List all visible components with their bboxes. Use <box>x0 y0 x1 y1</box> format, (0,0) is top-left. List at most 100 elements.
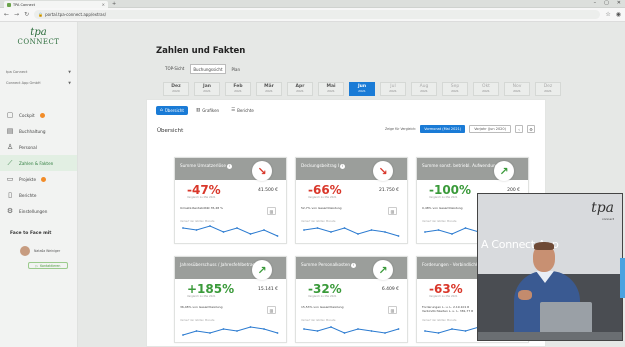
compare-prev-year-button[interactable]: Vorjahr (Jun 2020) <box>469 125 511 133</box>
kpi-card-note: 52,7% von Gesamtleistung <box>301 206 342 210</box>
gear-icon: ⚙ <box>6 207 14 215</box>
sidebar-item-2[interactable]: ♙ Personal <box>0 139 77 155</box>
new-tab-button[interactable]: + <box>112 1 116 7</box>
chart-icon[interactable]: ▥ <box>267 306 276 314</box>
sparkline <box>303 227 400 237</box>
tab-uebersicht[interactable]: ⌂ Übersicht <box>156 106 188 115</box>
chart-line-icon: ⟋ <box>7 158 13 167</box>
arrow-up-right-icon: ↗ <box>252 260 272 280</box>
info-icon[interactable]: i <box>351 263 357 268</box>
month-button[interactable]: Sep 2021 <box>442 82 468 96</box>
compare-prev-month-button[interactable]: Vormonat (Mai 2021) <box>420 125 466 133</box>
sidebar-item-1[interactable]: ▤ Buchhaltung <box>0 123 77 139</box>
kpi-card-amount: 6.409 € <box>381 287 399 292</box>
tab-close-icon[interactable]: × <box>102 2 105 7</box>
tab-buchungssicht[interactable]: Buchungssicht <box>190 64 226 74</box>
compare-back-button[interactable]: ‹ <box>515 125 523 133</box>
month-button[interactable]: Jun 2021 <box>349 82 375 96</box>
sparkline-point <box>195 229 198 231</box>
sparkline-point <box>357 328 359 330</box>
logo[interactable]: tpa CONNECT <box>0 22 77 67</box>
tab-grafiken[interactable]: ▥ Grafiken <box>192 106 223 115</box>
tab-plan[interactable]: Plan <box>230 64 243 74</box>
month-year: 2021 <box>265 89 273 93</box>
video-brand-logo: tpa <box>591 200 614 216</box>
month-button[interactable]: Apr 2021 <box>287 82 313 96</box>
month-button[interactable]: Feb 2021 <box>225 82 251 96</box>
url-field[interactable]: 🔒 portal.tpa-connect.app/extras/ <box>34 10 601 19</box>
chart-icon[interactable]: ▥ <box>267 207 276 215</box>
kpi-card[interactable]: Summe Umsatzerlöse i ↘ -47% Vergleich zu Mai… <box>174 157 287 244</box>
tab-grafiken-label: Grafiken <box>202 108 220 113</box>
browser-tab[interactable]: TPA Connect × <box>4 1 108 8</box>
sidebar-item-label: Einstellungen <box>19 208 48 214</box>
sparkline-point <box>437 332 440 334</box>
kpi-card-trend-label: Verlauf der letzten Monate <box>422 220 457 223</box>
info-icon[interactable]: i <box>226 164 232 169</box>
compare-settings-button[interactable]: ⚙ <box>527 125 535 133</box>
forward-icon[interactable]: → <box>14 11 19 18</box>
sparkline-point <box>330 326 332 328</box>
sidebar-item-3[interactable]: ⟋ Zahlen & Fakten <box>0 155 77 171</box>
window-controls: – ▢ ✕ <box>594 0 621 6</box>
month-year: 2021 <box>327 89 335 93</box>
kpi-card-compare: Vergleich zu Mai 2021 <box>308 295 337 298</box>
favicon-icon <box>7 2 11 7</box>
back-icon[interactable]: ← <box>4 11 9 18</box>
sparkline-point <box>316 330 319 332</box>
kpi-card-trend-label: Verlauf der letzten Monate <box>180 220 215 223</box>
month-button[interactable]: Jul 2021 <box>380 82 406 96</box>
sidebar-item-4[interactable]: ▭ Projekte <box>0 171 77 187</box>
video-overlay[interactable]: tpa connect A Connect App <box>477 193 623 341</box>
company-select[interactable]: Connect App GmbH ▼ <box>4 78 73 87</box>
cockpit-icon: ▢ <box>6 111 14 119</box>
kpi-card-trend-label: Verlauf der letzten Monate <box>422 319 457 322</box>
month-button[interactable]: Dez 2021 <box>535 82 561 96</box>
month-button[interactable]: Nov 2021 <box>504 82 530 96</box>
reload-icon[interactable]: ↻ <box>24 11 29 18</box>
sparkline-point <box>424 231 426 233</box>
feedback-tab[interactable] <box>620 258 625 298</box>
sidebar-item-6[interactable]: ⚙ Einstellungen <box>0 203 77 219</box>
month-button[interactable]: Dez 2020 <box>163 82 189 96</box>
client-select[interactable]: tpa Connect ▼ <box>4 67 73 76</box>
month-button[interactable]: Jan 2021 <box>194 82 220 96</box>
sparkline-point <box>316 227 319 229</box>
document-icon: ▯ <box>8 191 12 199</box>
kpi-card-note: 36,48% von Gesamtleistung <box>180 305 223 309</box>
star-icon[interactable]: ☆ <box>605 11 610 18</box>
month-selector: Dez 2020 Jan 2021 Feb 2021 Mär 2021 Apr 2021 Mai 20… <box>163 82 561 96</box>
tab-top-sicht-label: TOP-Sicht <box>165 66 185 71</box>
sparkline-point <box>330 231 332 233</box>
kpi-card[interactable]: Jahresüberschuss / Jahresfehlbetragi↗+18… <box>174 256 287 343</box>
chart-icon[interactable]: ▥ <box>388 306 397 314</box>
chart-icon[interactable]: ▥ <box>388 207 397 215</box>
kpi-card-compare: Vergleich zu Mai 2021 <box>187 295 216 298</box>
sidebar-item-5[interactable]: ▯ Berichte <box>0 187 77 203</box>
browser-tab-bar: TPA Connect × + – ▢ ✕ <box>0 0 625 8</box>
page-title: Zahlen und Fakten <box>156 46 246 56</box>
month-button[interactable]: Aug 2021 <box>411 82 437 96</box>
info-icon[interactable]: i <box>340 164 346 169</box>
month-button[interactable]: Mai 2021 <box>318 82 344 96</box>
sparkline-point <box>424 330 426 332</box>
kpi-card[interactable]: Summe Personalkosten i ↗ -32% Vergleich zu M… <box>295 256 408 343</box>
view-tabs: ⌂ Übersicht ▥ Grafiken ☰ Berichte <box>156 106 258 115</box>
kpi-card-title-text: Summe sonst. betriebl. Aufwendungen <box>422 163 504 168</box>
sidebar-item-0[interactable]: ▢ Cockpit <box>0 107 77 123</box>
profile-icon[interactable]: ◉ <box>616 11 621 18</box>
close-window-button[interactable]: ✕ <box>617 0 621 6</box>
kpi-card-percent: -32% <box>308 282 342 296</box>
tab-top-sicht[interactable]: TOP-Sicht <box>163 64 186 74</box>
kpi-card[interactable]: Deckungsbeitrag Ii ↘ -66% Vergleich zu Mai … <box>295 157 408 244</box>
maximize-button[interactable]: ▢ <box>604 0 609 6</box>
sparkline-point <box>222 328 225 330</box>
tab-berichte[interactable]: ☰ Berichte <box>227 106 258 115</box>
month-button[interactable]: Okt 2021 <box>473 82 499 96</box>
arrow-down-right-icon: ↘ <box>252 161 272 181</box>
month-year: 2020 <box>172 89 180 93</box>
sparkline-point <box>343 227 346 229</box>
contact-button[interactable]: ▷ Kontaktieren <box>28 262 68 269</box>
minimize-button[interactable]: – <box>594 0 597 6</box>
month-button[interactable]: Mär 2021 <box>256 82 282 96</box>
